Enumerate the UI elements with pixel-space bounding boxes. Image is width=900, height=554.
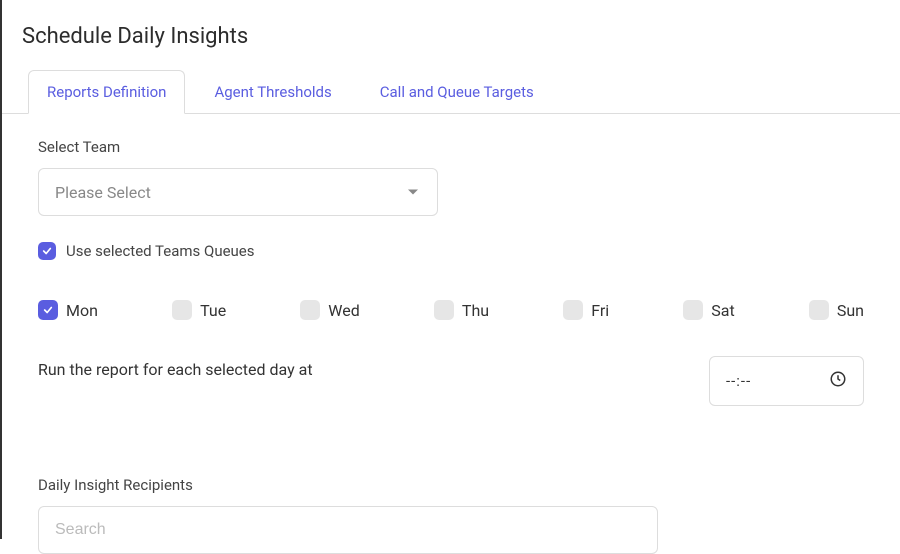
- day-checkbox-sat[interactable]: [683, 300, 703, 320]
- tabs: Reports Definition Agent Thresholds Call…: [2, 70, 900, 114]
- day-checkbox-mon[interactable]: [38, 300, 58, 320]
- time-input[interactable]: --:--: [709, 356, 864, 406]
- day-label-sun: Sun: [837, 301, 864, 320]
- day-label-sat: Sat: [711, 301, 734, 320]
- time-value: --:--: [726, 372, 751, 390]
- day-label-fri: Fri: [591, 301, 609, 320]
- tab-call-queue-targets[interactable]: Call and Queue Targets: [361, 70, 553, 114]
- day-label-thu: Thu: [462, 301, 489, 320]
- day-item-mon: Mon: [38, 300, 98, 320]
- tab-agent-thresholds[interactable]: Agent Thresholds: [195, 70, 350, 114]
- use-teams-queues-checkbox[interactable]: [38, 242, 56, 260]
- day-checkbox-wed[interactable]: [300, 300, 320, 320]
- day-label-mon: Mon: [66, 301, 98, 320]
- day-checkbox-thu[interactable]: [434, 300, 454, 320]
- run-text: Run the report for each selected day at: [38, 356, 313, 379]
- day-item-sat: Sat: [683, 300, 734, 320]
- check-icon: [42, 246, 52, 256]
- page-title: Schedule Daily Insights: [2, 0, 900, 69]
- day-item-thu: Thu: [434, 300, 489, 320]
- select-team-wrapper: Please Select: [38, 168, 438, 216]
- day-item-tue: Tue: [172, 300, 226, 320]
- use-teams-queues-label: Use selected Teams Queues: [66, 242, 255, 260]
- day-checkbox-sun[interactable]: [809, 300, 829, 320]
- recipients-search-input[interactable]: [38, 506, 658, 554]
- check-icon: [43, 305, 53, 315]
- select-team-dropdown[interactable]: Please Select: [38, 168, 438, 216]
- select-team-label: Select Team: [38, 138, 864, 156]
- day-item-fri: Fri: [563, 300, 609, 320]
- select-team-placeholder: Please Select: [55, 183, 151, 202]
- content-area: Select Team Please Select Use selected T…: [2, 114, 900, 554]
- day-item-sun: Sun: [809, 300, 864, 320]
- recipients-label: Daily Insight Recipients: [38, 476, 864, 494]
- day-checkbox-fri[interactable]: [563, 300, 583, 320]
- days-row: Mon Tue Wed Thu Fri Sat Sun: [38, 300, 864, 320]
- day-label-tue: Tue: [200, 301, 226, 320]
- run-row: Run the report for each selected day at …: [38, 356, 864, 406]
- use-teams-queues-row: Use selected Teams Queues: [38, 242, 864, 260]
- day-label-wed: Wed: [328, 301, 359, 320]
- tab-reports-definition[interactable]: Reports Definition: [28, 70, 185, 114]
- day-checkbox-tue[interactable]: [172, 300, 192, 320]
- clock-icon: [829, 370, 847, 392]
- day-item-wed: Wed: [300, 300, 359, 320]
- tabs-container: Reports Definition Agent Thresholds Call…: [2, 69, 900, 114]
